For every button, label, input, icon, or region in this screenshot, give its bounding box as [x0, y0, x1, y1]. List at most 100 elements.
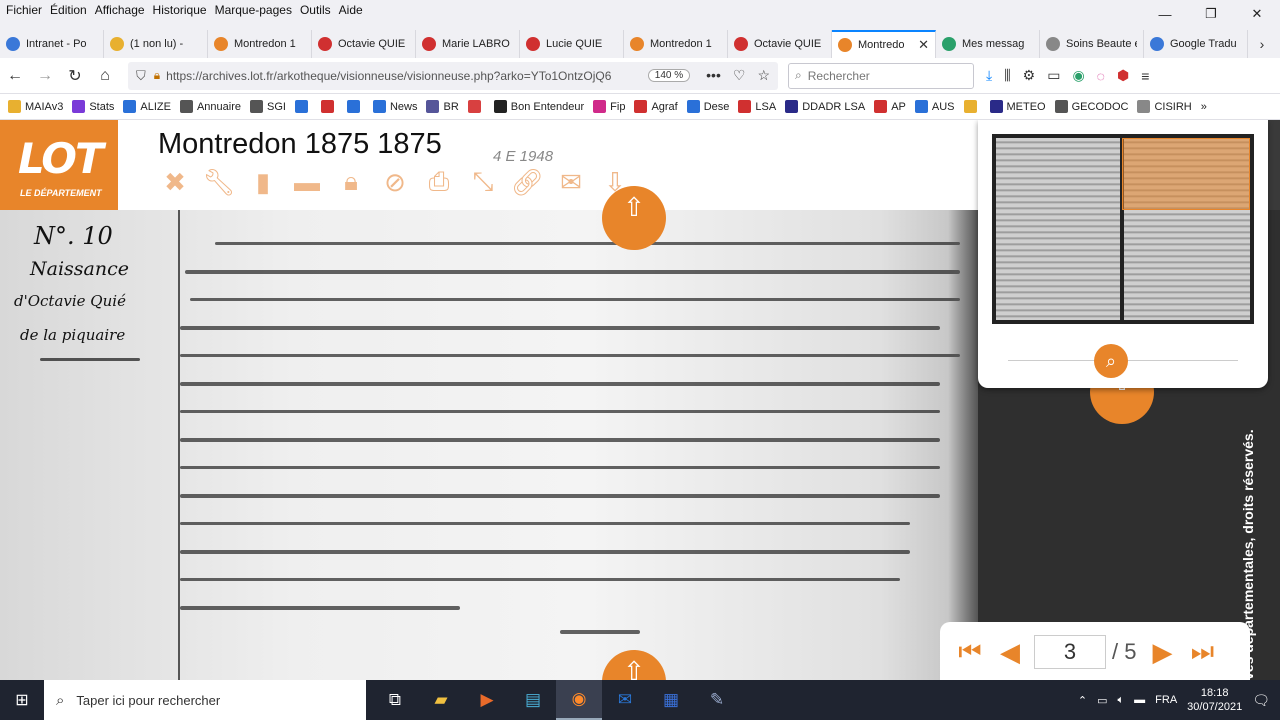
reload-button[interactable]: ↻	[60, 61, 90, 91]
firefox-icon[interactable]: ◉	[556, 680, 602, 720]
bookmark-star-icon[interactable]: ☆	[757, 67, 770, 84]
single-page-icon[interactable]: ▮	[246, 166, 280, 198]
bookmark-3[interactable]: Annuaire	[179, 100, 241, 113]
paint-app-icon[interactable]: ✎	[694, 680, 740, 720]
next-page-icon[interactable]: ▶	[1142, 632, 1182, 672]
menu-edition[interactable]: Édition	[50, 3, 87, 17]
windows-start-icon[interactable]: ⊞	[0, 680, 44, 720]
network-icon[interactable]: ▭	[1097, 694, 1107, 707]
tab-3[interactable]: Octavie QUIE	[312, 30, 416, 58]
adblock-icon[interactable]: ⬢	[1117, 67, 1129, 84]
bookmark-22[interactable]: CISIRH	[1137, 100, 1192, 113]
tab-close-icon[interactable]: ✕	[918, 37, 929, 53]
tab-5[interactable]: Lucie QUIE	[520, 30, 624, 58]
bookmark-12[interactable]: Fip	[593, 100, 625, 113]
menu-outils[interactable]: Outils	[300, 3, 331, 17]
bookmark-5[interactable]	[294, 100, 312, 113]
url-bar[interactable]: ⛉ 🔒︎ https://archives.lot.fr/arkotheque/…	[128, 61, 778, 90]
tab-2[interactable]: Montredon 1	[208, 30, 312, 58]
media-player-icon[interactable]: ▶	[464, 680, 510, 720]
page-number-input[interactable]: 3	[1034, 635, 1106, 669]
fullscreen-icon[interactable]: ⤡	[466, 166, 500, 198]
minimize-button[interactable]: —	[1142, 0, 1188, 28]
language-indicator[interactable]: FRA	[1155, 694, 1177, 706]
notes-app-icon[interactable]: ▤	[510, 680, 556, 720]
first-page-icon[interactable]: ⏮	[950, 632, 990, 672]
battery-icon[interactable]: ▬	[1134, 694, 1145, 706]
last-page-icon[interactable]: ⏭	[1182, 632, 1222, 672]
bookmark-11[interactable]: Bon Entendeur	[493, 100, 584, 113]
manuscript-image[interactable]: N°. 10 Naissance d'Octavie Quié de la pi…	[0, 210, 978, 680]
scroll-up-button[interactable]: ⇧	[602, 186, 666, 250]
tab-8[interactable]: Montredo ✕	[832, 30, 936, 58]
tab-1[interactable]: (1 non lu) -	[104, 30, 208, 58]
bookmark-8[interactable]: News	[372, 100, 417, 113]
extension-color-icon[interactable]: ◌	[1097, 68, 1105, 84]
back-button[interactable]: ←	[0, 61, 30, 91]
bookmark-17[interactable]: AP	[874, 100, 906, 113]
print-icon[interactable]: ⎙	[422, 166, 456, 198]
thumbnail-viewport-highlight[interactable]	[1122, 138, 1250, 210]
bookmark-4[interactable]: SGI	[250, 100, 286, 113]
bookmark-15[interactable]: LSA	[738, 100, 776, 113]
sidebar-icon[interactable]: ▭	[1047, 67, 1060, 84]
bookmark-14[interactable]: Dese	[686, 100, 729, 113]
taskbar-search-input[interactable]: ⌕ Taper ici pour rechercher	[44, 680, 366, 720]
zoom-level-badge[interactable]: 140 %	[647, 69, 691, 82]
shield-icon[interactable]: ⛉	[136, 68, 146, 84]
bookmark-19[interactable]	[963, 100, 981, 113]
zoom-magnifier-icon[interactable]: ⌕	[1094, 344, 1128, 378]
menu-fichier[interactable]: Fichier	[6, 3, 42, 17]
forbidden-icon[interactable]: ⊘	[378, 166, 412, 198]
tools-wrench-icon[interactable]: 🔧︎	[202, 166, 236, 198]
bookmark-16[interactable]: DDADR LSA	[785, 100, 865, 113]
close-viewer-icon[interactable]: ✖	[158, 166, 192, 198]
menu-marque-pages[interactable]: Marque-pages	[215, 3, 292, 17]
restore-button[interactable]: ❐	[1188, 0, 1234, 28]
bookmark-10[interactable]	[467, 100, 485, 113]
tab-4[interactable]: Marie LABRO	[416, 30, 520, 58]
home-button[interactable]: ⌂	[90, 61, 120, 91]
search-input[interactable]: ⌕ Rechercher	[788, 62, 974, 89]
bookmark-1[interactable]: Stats	[72, 100, 114, 113]
file-explorer-icon[interactable]: ▰	[418, 680, 464, 720]
tray-chevron-icon[interactable]: ⌃	[1078, 694, 1087, 707]
download-icon[interactable]: ⤓	[986, 67, 992, 84]
pocket-icon[interactable]: ♡	[733, 67, 746, 84]
lock-icon[interactable]: 🔒︎	[154, 68, 160, 83]
tab-11[interactable]: Google Tradu	[1144, 30, 1248, 58]
bookmark-13[interactable]: Agraf	[634, 100, 678, 113]
menu-hamburger-icon[interactable]: ≡	[1141, 68, 1149, 84]
word-document-icon[interactable]: ▦	[648, 680, 694, 720]
outlook-icon[interactable]: ✉	[602, 680, 648, 720]
lot-logo[interactable]: LOT LE DÉPARTEMENT	[0, 120, 118, 210]
settings-icon[interactable]: ⚙	[1023, 67, 1036, 84]
url-text[interactable]: https://archives.lot.fr/arkotheque/visio…	[166, 69, 644, 83]
tab-9[interactable]: Mes messag	[936, 30, 1040, 58]
more-actions-icon[interactable]: •••	[706, 67, 721, 84]
extension-new-icon[interactable]: ◉	[1072, 67, 1084, 84]
double-page-icon[interactable]: ▬	[290, 166, 324, 198]
previous-page-icon[interactable]: ◀	[990, 632, 1030, 672]
menu-historique[interactable]: Historique	[153, 3, 207, 17]
tab-10[interactable]: Soins Beaute et S	[1040, 30, 1144, 58]
tab-7[interactable]: Octavie QUIE	[728, 30, 832, 58]
link-icon[interactable]: 🔗︎	[510, 166, 544, 198]
menu-affichage[interactable]: Affichage	[95, 3, 145, 17]
library-icon[interactable]: ⫼	[1004, 67, 1010, 84]
bookmark-6[interactable]	[320, 100, 338, 113]
clock[interactable]: 18:18 30/07/2021	[1187, 686, 1242, 714]
notification-icon[interactable]: 🗨︎	[1252, 692, 1270, 709]
bookmark-18[interactable]: AUS	[914, 100, 955, 113]
forward-button[interactable]: →	[30, 61, 60, 91]
bookmarks-overflow-icon[interactable]: »	[1201, 101, 1207, 113]
thumbnail-image[interactable]	[992, 134, 1254, 324]
mail-icon[interactable]: ✉	[554, 166, 588, 198]
close-window-button[interactable]: ✕	[1234, 0, 1280, 28]
tab-scroll-icon[interactable]: ›	[1248, 30, 1276, 58]
tab-0[interactable]: Intranet - Po	[0, 30, 104, 58]
task-view-icon[interactable]: ⧉	[372, 680, 418, 720]
bookmark-21[interactable]: GECODOC	[1054, 100, 1128, 113]
menu-aide[interactable]: Aide	[339, 3, 363, 17]
bookmark-9[interactable]: BR	[426, 100, 459, 113]
